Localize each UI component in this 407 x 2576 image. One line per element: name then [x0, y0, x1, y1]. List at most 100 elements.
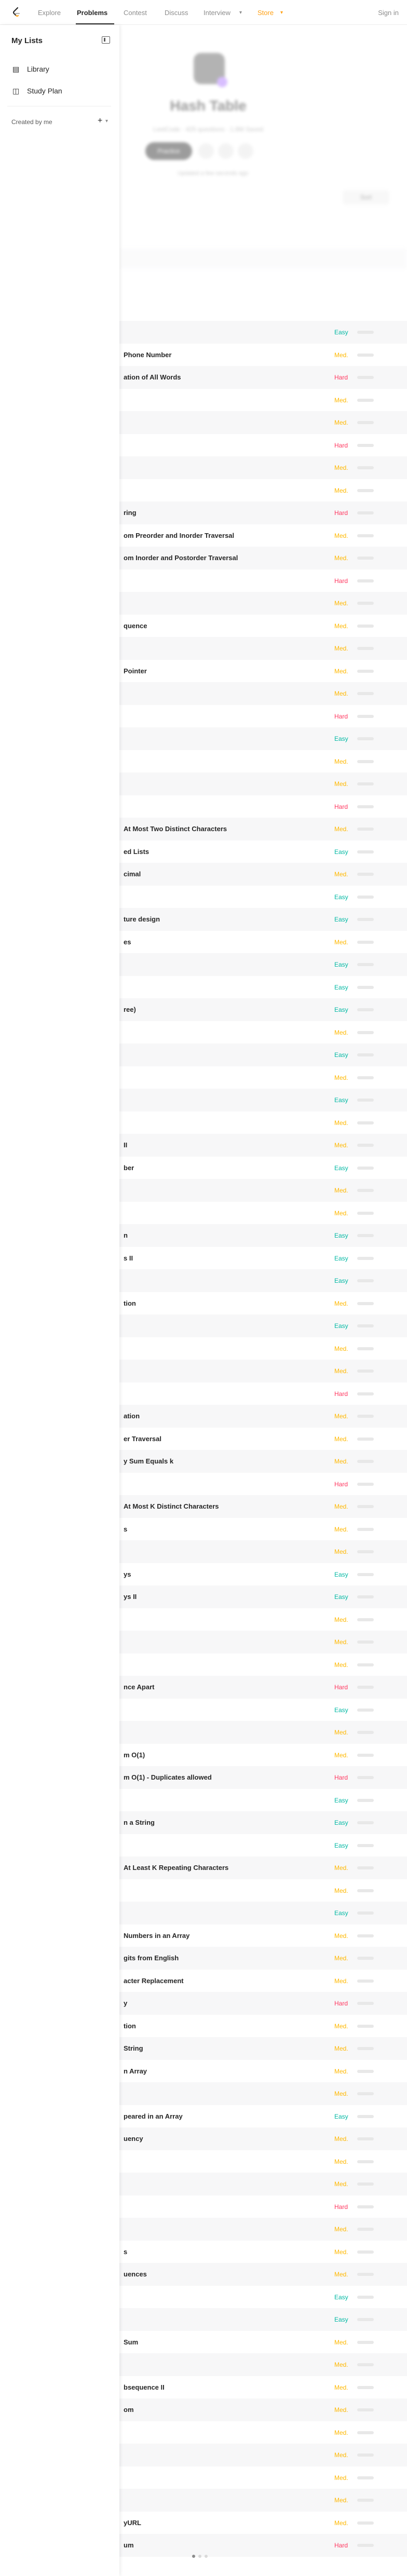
table-row[interactable]: acter Replacement Med.	[119, 1970, 407, 1992]
table-row[interactable]: ring Hard	[119, 501, 407, 524]
table-row[interactable]: Med.	[119, 1202, 407, 1225]
problem-title[interactable]: At Most K Distinct Characters	[124, 1502, 219, 1510]
table-row[interactable]: Easy	[119, 1902, 407, 1924]
table-row[interactable]: Med.	[119, 2353, 407, 2376]
table-row[interactable]: Med.	[119, 1879, 407, 1902]
table-row[interactable]: ys II Easy	[119, 1585, 407, 1608]
table-row[interactable]: Med.	[119, 2466, 407, 2489]
table-row[interactable]: ation Med.	[119, 1405, 407, 1428]
table-row[interactable]: n Array Med.	[119, 2060, 407, 2083]
table-row[interactable]: Pointer Med.	[119, 660, 407, 683]
table-row[interactable]: Med.	[119, 1111, 407, 1134]
more-icon[interactable]	[238, 143, 253, 159]
table-row[interactable]: Hard	[119, 434, 407, 457]
problem-title[interactable]: gits from English	[124, 1954, 179, 1962]
table-row[interactable]: Easy	[119, 2286, 407, 2309]
table-row[interactable]: Easy	[119, 1269, 407, 1292]
sidebar-item-library[interactable]: ▤ Library	[7, 60, 111, 78]
problem-title[interactable]: tion	[124, 2022, 136, 2030]
sidebar-item-study-plan[interactable]: ◫ Study Plan	[7, 82, 111, 100]
problem-title[interactable]: bsequence II	[124, 2383, 165, 2391]
table-row[interactable]: om Preorder and Inorder Traversal Med.	[119, 524, 407, 547]
nav-contest[interactable]: Contest	[124, 9, 147, 17]
collapse-sidebar-icon[interactable]	[102, 36, 110, 44]
table-row[interactable]: Numbers in an Array Med.	[119, 1924, 407, 1947]
practice-button[interactable]: Practice	[145, 142, 192, 160]
share-icon[interactable]	[218, 143, 234, 159]
table-row[interactable]: ree) Easy	[119, 998, 407, 1021]
table-row[interactable]: y Sum Equals k Med.	[119, 1450, 407, 1473]
table-row[interactable]: Hard	[119, 570, 407, 592]
table-row[interactable]: quence Med.	[119, 615, 407, 638]
problem-title[interactable]: n Array	[124, 2067, 147, 2075]
table-row[interactable]: er Traversal Med.	[119, 1428, 407, 1450]
table-row[interactable]: Easy	[119, 976, 407, 999]
table-row[interactable]: om Inorder and Postorder Traversal Med.	[119, 547, 407, 570]
table-row[interactable]: Med.	[119, 2082, 407, 2105]
table-row[interactable]: Med.	[119, 456, 407, 479]
table-row[interactable]: Med.	[119, 682, 407, 705]
problem-title[interactable]: n a String	[124, 1819, 155, 1826]
problem-title[interactable]: acter Replacement	[124, 1977, 184, 1985]
problem-title[interactable]: cimal	[124, 870, 141, 878]
table-row[interactable]: Med.	[119, 479, 407, 502]
table-row[interactable]: Med.	[119, 389, 407, 412]
table-row[interactable]: At Most Two Distinct Characters Med.	[119, 818, 407, 840]
table-row[interactable]: Hard	[119, 795, 407, 818]
nav-discuss[interactable]: Discuss	[165, 9, 188, 17]
problem-title[interactable]: y	[124, 1999, 127, 2007]
table-row[interactable]: At Most K Distinct Characters Med.	[119, 1495, 407, 1518]
table-row[interactable]: Phone Number Med.	[119, 344, 407, 367]
problem-title[interactable]: Pointer	[124, 667, 147, 675]
problem-title[interactable]: s II	[124, 1254, 133, 1262]
table-row[interactable]: Easy	[119, 1699, 407, 1721]
table-row[interactable]: m O(1) Med.	[119, 1744, 407, 1767]
problem-title[interactable]: ys II	[124, 1593, 137, 1601]
nav-explore[interactable]: Explore	[38, 9, 61, 17]
problem-title[interactable]: yURL	[124, 2519, 141, 2527]
problem-title[interactable]: Numbers in an Array	[124, 1932, 189, 1940]
problem-title[interactable]: s	[124, 2248, 127, 2256]
table-row[interactable]: Easy	[119, 727, 407, 750]
table-row[interactable]: Med.	[119, 2218, 407, 2241]
problem-title[interactable]: ture design	[124, 915, 160, 923]
problem-title[interactable]: ree)	[124, 1006, 136, 1013]
sort-button[interactable]: Sort	[343, 190, 389, 205]
problem-title[interactable]: es	[124, 938, 131, 946]
problem-title[interactable]: ber	[124, 1164, 134, 1172]
table-row[interactable]: s Med.	[119, 2241, 407, 2263]
table-row[interactable]: ber Easy	[119, 1157, 407, 1179]
problem-title[interactable]: ation of All Words	[124, 373, 181, 381]
table-row[interactable]: Easy	[119, 1089, 407, 1111]
table-row[interactable]: Easy	[119, 1789, 407, 1812]
table-row[interactable]: s II Easy	[119, 1247, 407, 1270]
problem-title[interactable]: Phone Number	[124, 351, 171, 359]
table-row[interactable]: Med.	[119, 2489, 407, 2512]
table-row[interactable]: Med.	[119, 1066, 407, 1089]
table-row[interactable]: tion Med.	[119, 1292, 407, 1315]
problem-title[interactable]: tion	[124, 1299, 136, 1307]
created-by-me-chevron-down-icon[interactable]: ▾	[105, 118, 108, 124]
table-row[interactable]: bsequence II Med.	[119, 2376, 407, 2399]
problem-title[interactable]: nce Apart	[124, 1683, 154, 1691]
interview-chevron-down-icon[interactable]: ▾	[239, 10, 242, 16]
table-row[interactable]: cimal Med.	[119, 863, 407, 886]
add-list-plus-icon[interactable]: +	[98, 116, 102, 126]
problem-title[interactable]: At Least K Repeating Characters	[124, 1864, 228, 1872]
table-row[interactable]: gits from English Med.	[119, 1947, 407, 1970]
table-row[interactable]: y Hard	[119, 1992, 407, 2015]
table-row[interactable]: Med.	[119, 1631, 407, 1653]
table-row[interactable]: yURL Med.	[119, 2512, 407, 2534]
problem-title[interactable]: ed Lists	[124, 848, 149, 856]
table-row[interactable]: Med.	[119, 2150, 407, 2173]
table-row[interactable]: Easy	[119, 1043, 407, 1066]
table-row[interactable]: Easy	[119, 1314, 407, 1337]
problem-title[interactable]: String	[124, 2044, 143, 2052]
table-row[interactable]: Hard	[119, 1473, 407, 1496]
table-row[interactable]: Med.	[119, 1360, 407, 1382]
problem-title[interactable]: ation	[124, 1412, 140, 1420]
table-row[interactable]: At Least K Repeating Characters Med.	[119, 1856, 407, 1879]
nav-interview[interactable]: Interview	[204, 9, 230, 17]
leetcode-logo-icon[interactable]	[10, 6, 23, 19]
problem-title[interactable]: s	[124, 1525, 127, 1533]
